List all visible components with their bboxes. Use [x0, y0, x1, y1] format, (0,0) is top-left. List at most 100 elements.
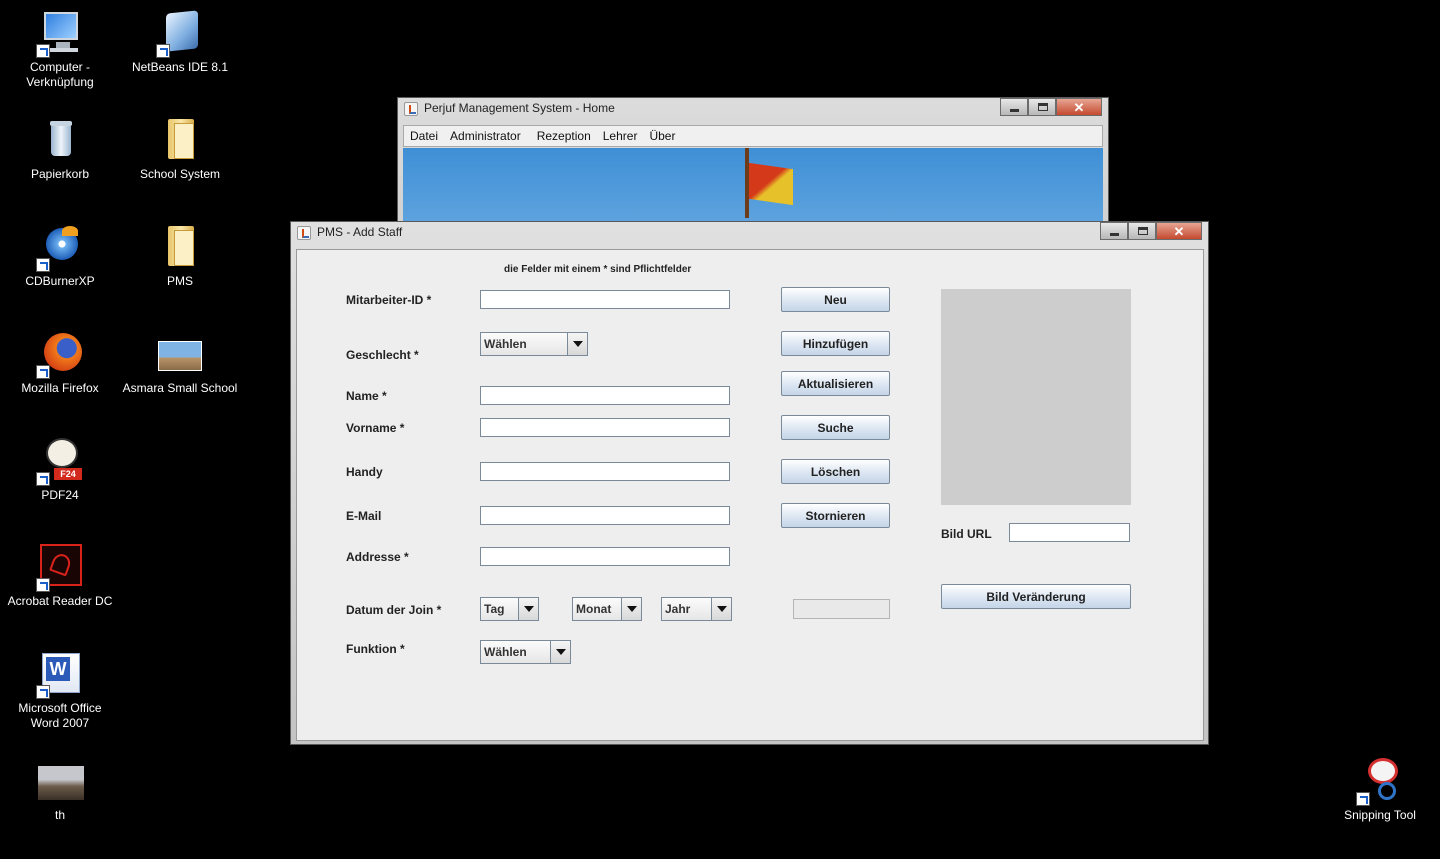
desktop-icon-label: Mozilla Firefox: [21, 381, 99, 395]
java-icon: [404, 102, 418, 116]
desktop-icon-asmara[interactable]: Asmara Small School: [120, 331, 240, 396]
add-staff-titlebar[interactable]: PMS - Add Staff ✕: [291, 222, 1208, 244]
minimize-icon: [1010, 109, 1019, 112]
netbeans-icon: [156, 10, 204, 58]
chevron-down-icon[interactable]: [550, 641, 570, 663]
month-select[interactable]: Monat: [572, 597, 642, 621]
firstname-input[interactable]: [480, 418, 730, 437]
minimize-icon: [1110, 233, 1119, 236]
chevron-down-icon[interactable]: [621, 598, 641, 620]
address-input[interactable]: [480, 547, 730, 566]
desktop-icon-label: Snipping Tool: [1344, 808, 1416, 822]
change-image-button[interactable]: Bild Veränderung: [941, 584, 1131, 609]
label-gender: Geschlecht *: [346, 348, 419, 362]
menu-rezeption[interactable]: Rezeption: [527, 129, 597, 143]
word-icon: W: [36, 651, 84, 699]
desktop-icon-firefox[interactable]: Mozilla Firefox: [0, 331, 120, 396]
minimize-button[interactable]: [1000, 98, 1028, 116]
gender-select[interactable]: Wählen: [480, 332, 588, 356]
label-name: Name *: [346, 389, 387, 403]
folder-icon: [156, 224, 204, 272]
photo-icon: [156, 331, 204, 379]
home-menubar: Datei Administrator Rezeption Lehrer Übe…: [403, 125, 1103, 147]
cdburner-icon: [36, 224, 84, 272]
desktop-icon-cdburner[interactable]: CDBurnerXP: [0, 224, 120, 289]
desktop-icon-pms[interactable]: PMS: [120, 224, 240, 289]
home-window-titlebar[interactable]: Perjuf Management System - Home ✕: [398, 98, 1108, 120]
menu-ueber[interactable]: Über: [643, 129, 681, 143]
email-input[interactable]: [480, 506, 730, 525]
label-join-date: Datum der Join *: [346, 603, 442, 617]
desktop-icon-recycle-bin[interactable]: Papierkorb: [0, 117, 120, 182]
desktop-icon-acrobat[interactable]: Acrobat Reader DC: [0, 544, 120, 609]
menu-lehrer[interactable]: Lehrer: [597, 129, 644, 143]
desktop-icon-label: PDF24: [41, 488, 79, 502]
desktop-icon-snipping-tool[interactable]: Snipping Tool: [1320, 758, 1440, 823]
staff-photo-preview: [941, 289, 1131, 505]
folder-icon: [156, 117, 204, 165]
desktop-icon-school-system[interactable]: School System: [120, 117, 240, 182]
maximize-button[interactable]: [1028, 98, 1056, 116]
update-button[interactable]: Aktualisieren: [781, 371, 890, 396]
desktop-icon-netbeans[interactable]: NetBeans IDE 8.1: [120, 10, 240, 75]
add-button[interactable]: Hinzufügen: [781, 331, 890, 356]
image-url-input[interactable]: [1009, 523, 1130, 542]
label-image-url: Bild URL: [941, 527, 992, 541]
status-bar: [793, 599, 890, 619]
close-button[interactable]: ✕: [1156, 222, 1202, 240]
day-select-value: Tag: [484, 602, 505, 616]
new-button[interactable]: Neu: [781, 287, 890, 312]
chevron-down-icon[interactable]: [518, 598, 538, 620]
desktop-icon-word[interactable]: W Microsoft Office Word 2007: [0, 651, 120, 731]
desktop-icon-label: Microsoft Office Word 2007: [18, 701, 102, 730]
add-staff-form: die Felder mit einem * sind Pflichtfelde…: [296, 249, 1204, 741]
add-staff-window[interactable]: PMS - Add Staff ✕ die Felder mit einem *…: [290, 221, 1209, 745]
acrobat-icon: [36, 544, 84, 592]
year-select[interactable]: Jahr: [661, 597, 732, 621]
desktop-icon-label: Papierkorb: [30, 167, 90, 181]
maximize-icon: [1138, 227, 1148, 235]
label-mobile: Handy: [346, 465, 383, 479]
close-icon: ✕: [1073, 100, 1085, 115]
delete-button[interactable]: Löschen: [781, 459, 890, 484]
desktop-icon-label: NetBeans IDE 8.1: [131, 60, 229, 74]
desktop-icon-label: Asmara Small School: [122, 381, 238, 395]
home-window-title: Perjuf Management System - Home: [424, 101, 615, 115]
label-staff-id: Mitarbeiter-ID *: [346, 293, 432, 307]
desktop-icon-label: Computer - Verknüpfung: [26, 60, 94, 89]
chevron-down-icon[interactable]: [711, 598, 731, 620]
function-select[interactable]: Wählen: [480, 640, 571, 664]
desktop-icon-pdf24[interactable]: F24 PDF24: [0, 438, 120, 503]
maximize-button[interactable]: [1128, 222, 1156, 240]
gender-select-value: Wählen: [484, 337, 527, 351]
close-icon: ✕: [1173, 224, 1185, 239]
pdf24-icon: F24: [36, 438, 84, 486]
photo-icon: [36, 758, 84, 806]
label-email: E-Mail: [346, 509, 382, 523]
menu-datei[interactable]: Datei: [404, 129, 444, 143]
month-select-value: Monat: [576, 602, 612, 616]
day-select[interactable]: Tag: [480, 597, 539, 621]
maximize-icon: [1038, 103, 1048, 111]
staff-id-input[interactable]: [480, 290, 730, 309]
name-input[interactable]: [480, 386, 730, 405]
computer-icon: [36, 10, 84, 58]
cancel-button[interactable]: Stornieren: [781, 503, 890, 528]
snipping-tool-icon: [1356, 758, 1404, 806]
search-button[interactable]: Suche: [781, 415, 890, 440]
desktop-icon-label: th: [54, 808, 65, 822]
desktop-icon-th[interactable]: th: [0, 758, 120, 823]
function-select-value: Wählen: [484, 645, 527, 659]
mobile-input[interactable]: [480, 462, 730, 481]
firefox-icon: [36, 331, 84, 379]
label-function: Funktion *: [346, 642, 405, 656]
add-staff-title: PMS - Add Staff: [317, 225, 403, 239]
chevron-down-icon[interactable]: [567, 333, 587, 355]
close-button[interactable]: ✕: [1056, 98, 1102, 116]
minimize-button[interactable]: [1100, 222, 1128, 240]
year-select-value: Jahr: [665, 602, 691, 616]
desktop-icon-label: School System: [139, 167, 221, 181]
desktop-icon-computer[interactable]: Computer - Verknüpfung: [0, 10, 120, 90]
menu-administrator[interactable]: Administrator: [444, 129, 527, 143]
label-firstname: Vorname *: [346, 421, 405, 435]
